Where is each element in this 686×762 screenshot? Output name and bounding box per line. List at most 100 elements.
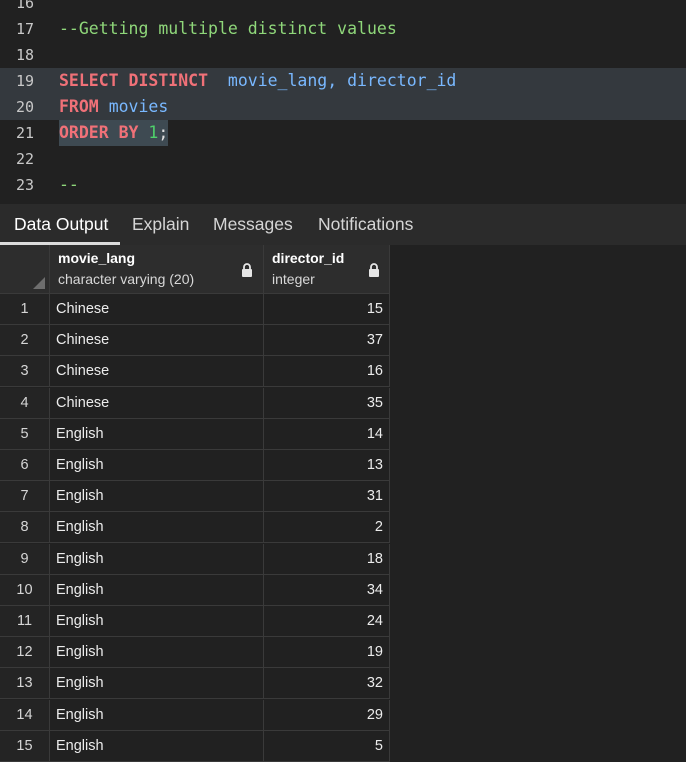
editor-line: 16: [0, 0, 686, 16]
sql-keyword: ORDER BY: [59, 123, 139, 142]
cell-movie-lang[interactable]: English: [50, 668, 264, 700]
cell-director-id[interactable]: 29: [264, 699, 390, 731]
table-row[interactable]: 11 English 24: [0, 606, 390, 637]
cell-director-id[interactable]: 15: [264, 294, 390, 325]
sql-table: movies: [108, 97, 169, 116]
cell-movie-lang[interactable]: English: [50, 637, 264, 669]
table-row[interactable]: 10 English 34: [0, 574, 390, 606]
row-number[interactable]: 15: [0, 730, 50, 762]
line-number: 21: [15, 124, 34, 142]
line-number: 20: [15, 98, 34, 116]
select-all-icon: [33, 277, 45, 289]
cell-director-id[interactable]: 18: [264, 543, 390, 575]
tab-notifications[interactable]: Notifications: [318, 204, 413, 242]
column-type: integer: [272, 271, 315, 287]
line-number: 18: [15, 46, 34, 64]
cell-director-id[interactable]: 19: [264, 637, 390, 669]
lock-icon: [242, 263, 252, 277]
table-row[interactable]: 4 Chinese 35: [0, 387, 390, 419]
table-row[interactable]: 5 English 14: [0, 418, 390, 450]
sql-comment: --: [59, 175, 79, 194]
sql-keyword: FROM: [59, 97, 99, 116]
row-number[interactable]: 5: [0, 418, 50, 450]
column-header-director-id[interactable]: director_id integer: [264, 245, 390, 294]
sql-editor[interactable]: 16 17 --Getting multiple distinct values…: [0, 0, 686, 204]
cell-director-id[interactable]: 24: [264, 606, 390, 637]
tab-data-output[interactable]: Data Output: [0, 204, 121, 245]
cell-movie-lang[interactable]: English: [50, 450, 264, 481]
table-row[interactable]: 13 English 32: [0, 668, 390, 700]
sql-code: FROM movies: [59, 94, 168, 120]
sql-comment: --Getting multiple distinct values: [59, 19, 397, 38]
cell-director-id[interactable]: 2: [264, 512, 390, 544]
line-number: 17: [15, 20, 34, 38]
cell-movie-lang[interactable]: English: [50, 481, 264, 513]
cell-director-id[interactable]: 14: [264, 418, 390, 450]
table-row[interactable]: 6 English 13: [0, 450, 390, 481]
row-number[interactable]: 11: [0, 606, 50, 637]
cell-movie-lang[interactable]: English: [50, 699, 264, 731]
table-row[interactable]: 12 English 19: [0, 637, 390, 669]
row-number[interactable]: 10: [0, 574, 50, 606]
sql-code: SELECT DISTINCT movie_lang, director_id: [59, 68, 456, 94]
sql-number: 1: [148, 123, 159, 142]
cell-director-id[interactable]: 37: [264, 325, 390, 357]
cell-director-id[interactable]: 13: [264, 450, 390, 481]
editor-line: 18: [0, 42, 686, 68]
output-tabs: Data Output Explain Messages Notificatio…: [0, 204, 686, 246]
cell-director-id[interactable]: 31: [264, 481, 390, 513]
cell-director-id[interactable]: 35: [264, 387, 390, 419]
table-row[interactable]: 2 Chinese 37: [0, 325, 390, 357]
cell-movie-lang[interactable]: Chinese: [50, 325, 264, 357]
editor-line: 22: [0, 146, 686, 172]
lock-icon: [369, 263, 379, 277]
column-header-movie-lang[interactable]: movie_lang character varying (20): [50, 245, 264, 294]
row-number[interactable]: 13: [0, 668, 50, 700]
cell-director-id[interactable]: 34: [264, 574, 390, 606]
row-number[interactable]: 3: [0, 356, 50, 388]
table-row[interactable]: 9 English 18: [0, 543, 390, 575]
table-row[interactable]: 3 Chinese 16: [0, 356, 390, 388]
line-number: 19: [15, 72, 34, 90]
cell-movie-lang[interactable]: English: [50, 606, 264, 637]
sql-keyword: SELECT DISTINCT: [59, 71, 209, 90]
row-number[interactable]: 8: [0, 512, 50, 544]
tab-messages[interactable]: Messages: [213, 204, 293, 242]
cell-movie-lang[interactable]: Chinese: [50, 356, 264, 388]
row-number[interactable]: 4: [0, 387, 50, 419]
editor-line-selected: 20 FROM movies: [0, 94, 686, 120]
cell-movie-lang[interactable]: English: [50, 418, 264, 450]
cell-movie-lang[interactable]: Chinese: [50, 387, 264, 419]
table-row[interactable]: 8 English 2: [0, 512, 390, 544]
cell-director-id[interactable]: 16: [264, 356, 390, 388]
row-number[interactable]: 14: [0, 699, 50, 731]
cell-movie-lang[interactable]: English: [50, 730, 264, 762]
row-number[interactable]: 9: [0, 543, 50, 575]
editor-line: 17 --Getting multiple distinct values: [0, 16, 686, 42]
sql-code: ORDER BY 1;: [59, 120, 169, 146]
table-row[interactable]: 14 English 29: [0, 699, 390, 731]
table-row[interactable]: 7 English 31: [0, 481, 390, 513]
editor-line: 21 ORDER BY 1;: [0, 120, 686, 146]
row-number[interactable]: 12: [0, 637, 50, 669]
cell-movie-lang[interactable]: Chinese: [50, 294, 264, 325]
column-name: director_id: [272, 250, 345, 266]
editor-line: 23 --: [0, 172, 686, 198]
row-number[interactable]: 7: [0, 481, 50, 513]
sql-semicolon: ;: [158, 123, 169, 142]
cell-director-id[interactable]: 32: [264, 668, 390, 700]
row-number[interactable]: 1: [0, 294, 50, 325]
sql-columns: movie_lang, director_id: [227, 71, 457, 90]
cell-movie-lang[interactable]: English: [50, 574, 264, 606]
row-number[interactable]: 2: [0, 325, 50, 357]
editor-line-selected: 19 SELECT DISTINCT movie_lang, director_…: [0, 68, 686, 94]
table-row[interactable]: 1 Chinese 15: [0, 294, 390, 325]
tab-explain[interactable]: Explain: [132, 204, 189, 242]
table-row[interactable]: 15 English 5: [0, 730, 390, 762]
row-number[interactable]: 6: [0, 450, 50, 481]
grid-corner[interactable]: [0, 245, 50, 294]
cell-movie-lang[interactable]: English: [50, 543, 264, 575]
line-number: 22: [15, 150, 34, 168]
cell-director-id[interactable]: 5: [264, 730, 390, 762]
cell-movie-lang[interactable]: English: [50, 512, 264, 544]
